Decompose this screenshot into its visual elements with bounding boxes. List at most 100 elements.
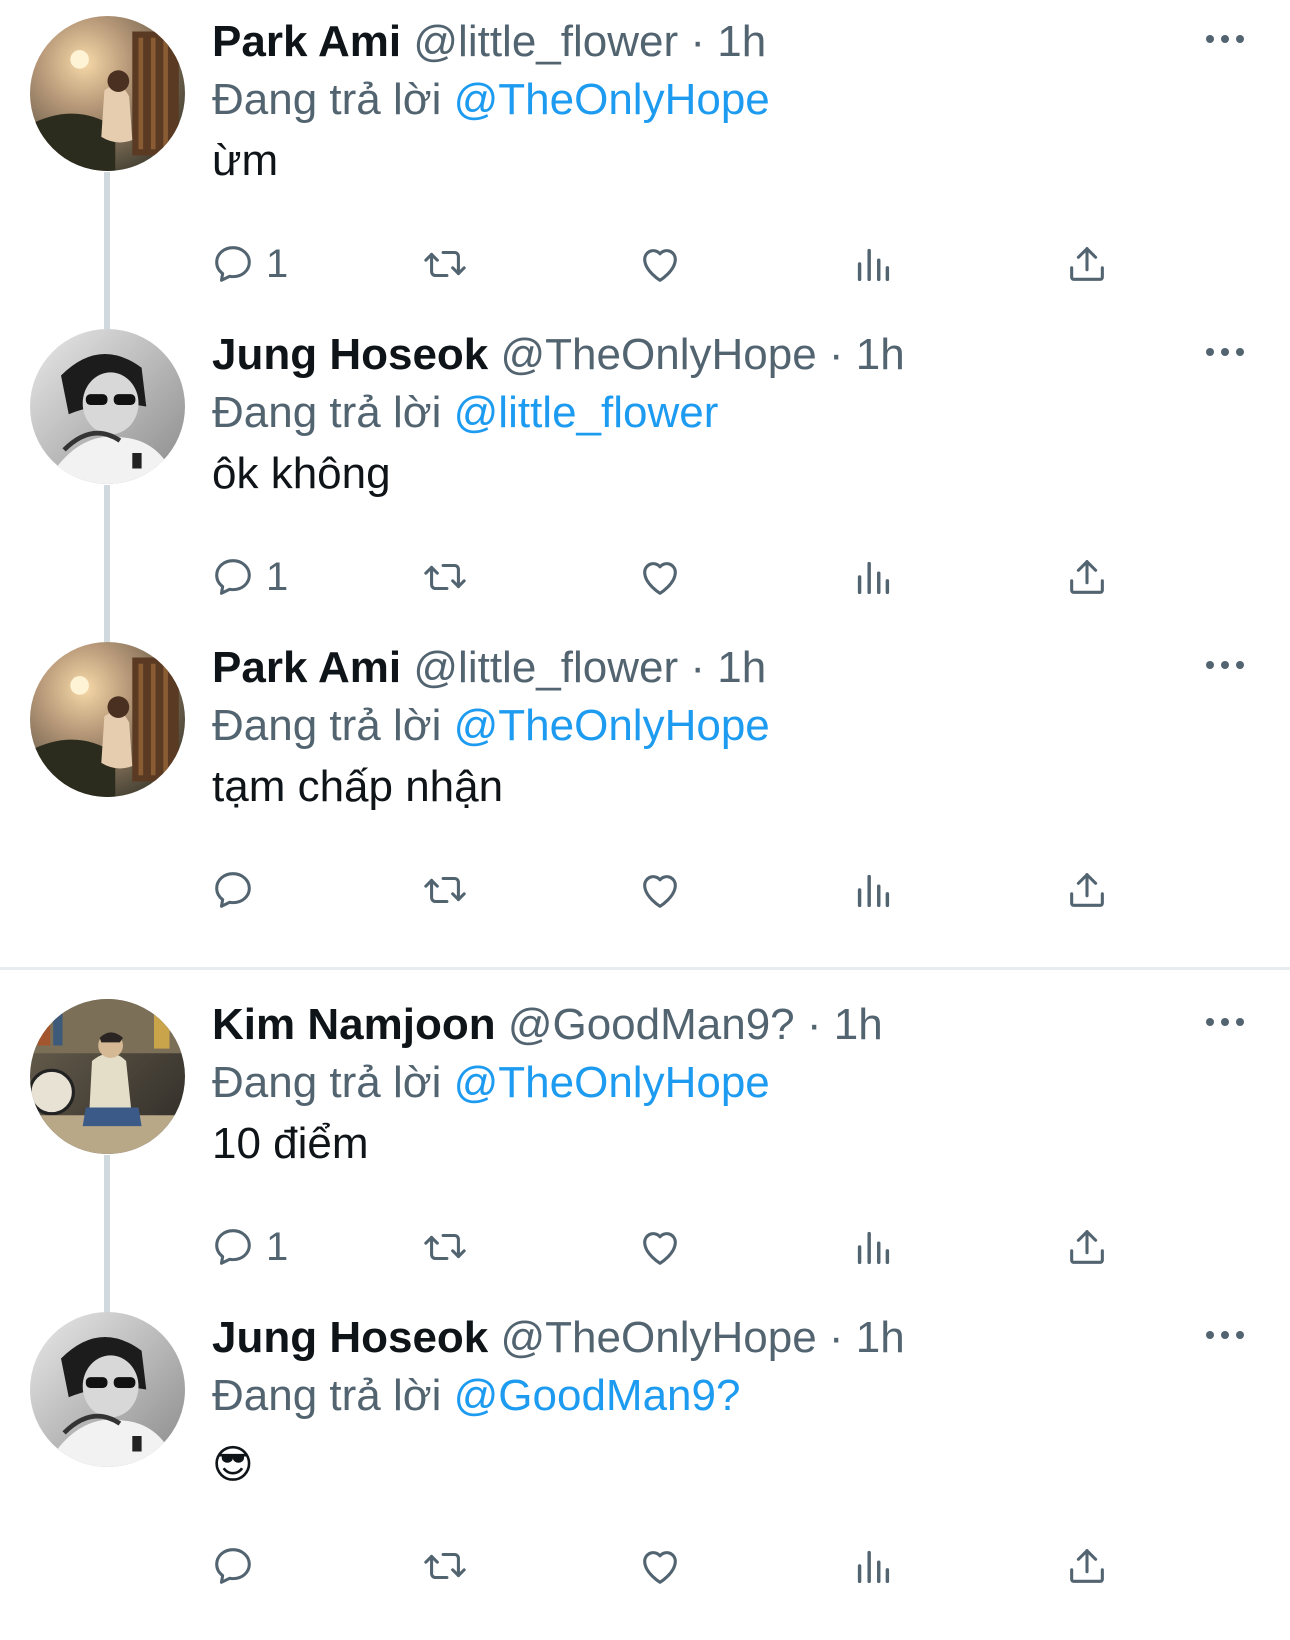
tweet-header: Jung Hoseok @TheOnlyHope · 1h (212, 327, 905, 383)
like-button[interactable] (637, 862, 683, 918)
share-icon (1070, 1549, 1104, 1583)
reply-button[interactable]: 1 (210, 236, 288, 292)
replying-to-label: Đang trả lời (212, 75, 442, 124)
more-dots-icon[interactable] (1200, 24, 1250, 54)
heart-icon (643, 562, 677, 595)
speech-bubble-icon (215, 1548, 251, 1584)
more-dots-icon[interactable] (1200, 1007, 1250, 1037)
action-bar: 1 (210, 1219, 1210, 1275)
bar-chart-icon (857, 874, 890, 908)
timestamp[interactable]: · 1h (829, 330, 905, 379)
timestamp[interactable]: · 1h (807, 1000, 883, 1049)
like-button[interactable] (637, 549, 683, 605)
timestamp[interactable]: · 1h (829, 1313, 905, 1362)
thread-line (104, 172, 110, 326)
retweet-icon (424, 250, 466, 278)
replying-to: Đang trả lời @GoodMan9? (212, 1368, 740, 1424)
sunset-balcony-photo (30, 16, 185, 171)
tweet-header: Park Ami @little_flower · 1h (212, 14, 766, 70)
replying-to-label: Đang trả lời (212, 1058, 442, 1107)
reply-button[interactable] (210, 1538, 266, 1594)
more-dots-icon[interactable] (1200, 650, 1250, 680)
like-button[interactable] (637, 236, 683, 292)
thread-line (104, 485, 110, 639)
like-button[interactable] (637, 1538, 683, 1594)
retweet-button[interactable] (422, 549, 468, 605)
tweet[interactable]: Jung Hoseok @TheOnlyHope · 1h Đang trả l… (0, 313, 1290, 639)
retweet-button[interactable] (422, 1219, 468, 1275)
retweet-icon (424, 876, 466, 904)
reply-count: 1 (266, 1225, 289, 1269)
thread-line (104, 626, 110, 642)
views-button[interactable] (850, 1538, 896, 1594)
retweet-button[interactable] (422, 236, 468, 292)
avatar[interactable] (30, 642, 185, 797)
timestamp[interactable]: · 1h (690, 17, 766, 66)
avatar[interactable] (30, 999, 185, 1154)
handle[interactable]: @GoodMan9? (508, 1000, 795, 1049)
heart-icon (643, 875, 677, 908)
thread-line (104, 313, 110, 329)
mention-link[interactable]: @GoodMan9? (454, 1371, 741, 1420)
heart-icon (643, 1551, 677, 1584)
avatar[interactable] (30, 16, 185, 171)
avatar[interactable] (30, 329, 185, 484)
replying-to: Đang trả lời @little_flower (212, 385, 718, 441)
views-button[interactable] (850, 1219, 896, 1275)
tweet-header: Kim Namjoon @GoodMan9? · 1h (212, 997, 883, 1053)
display-name[interactable]: Jung Hoseok (212, 330, 488, 379)
tweet-text: ừm (212, 136, 279, 185)
share-button[interactable] (1064, 862, 1110, 918)
share-icon (1070, 1230, 1104, 1264)
share-button[interactable] (1064, 1538, 1110, 1594)
share-button[interactable] (1064, 236, 1110, 292)
thread-line (104, 1296, 110, 1312)
retweet-button[interactable] (422, 862, 468, 918)
display-name[interactable]: Jung Hoseok (212, 1313, 488, 1362)
display-name[interactable]: Kim Namjoon (212, 1000, 496, 1049)
reply-button[interactable]: 1 (210, 1219, 288, 1275)
tweet-header: Park Ami @little_flower · 1h (212, 640, 766, 696)
share-button[interactable] (1064, 1219, 1110, 1275)
speech-bubble-icon (215, 246, 251, 282)
sunset-balcony-photo (30, 642, 185, 797)
bar-chart-icon (857, 248, 890, 282)
mention-link[interactable]: @TheOnlyHope (454, 75, 770, 124)
views-button[interactable] (850, 236, 896, 292)
share-button[interactable] (1064, 549, 1110, 605)
tweet[interactable]: Park Ami @little_flower · 1h Đang trả lờ… (0, 626, 1290, 952)
tweet-emoji: 😎 (212, 1442, 254, 1488)
replying-to-label: Đang trả lời (212, 388, 442, 437)
reply-count: 1 (266, 242, 289, 286)
tweet[interactable]: Park Ami @little_flower · 1h Đang trả lờ… (0, 0, 1290, 326)
reply-count: 1 (266, 555, 289, 599)
tweet[interactable]: Kim Namjoon @GoodMan9? · 1h Đang trả lời… (0, 983, 1290, 1315)
handle[interactable]: @TheOnlyHope (501, 1313, 817, 1362)
more-dots-icon[interactable] (1200, 337, 1250, 367)
share-icon (1070, 247, 1104, 281)
handle[interactable]: @little_flower (413, 643, 678, 692)
replying-to-label: Đang trả lời (212, 1371, 442, 1420)
handle[interactable]: @little_flower (413, 17, 678, 66)
tweet[interactable]: Jung Hoseok @TheOnlyHope · 1h Đang trả l… (0, 1296, 1290, 1622)
like-button[interactable] (637, 1219, 683, 1275)
views-button[interactable] (850, 862, 896, 918)
display-name[interactable]: Park Ami (212, 17, 401, 66)
speech-bubble-icon (215, 1229, 251, 1265)
reply-button[interactable] (210, 862, 266, 918)
mention-link[interactable]: @TheOnlyHope (454, 1058, 770, 1107)
speech-bubble-icon (215, 872, 251, 908)
replying-to: Đang trả lời @TheOnlyHope (212, 1055, 770, 1111)
retweet-icon (424, 1552, 466, 1580)
timestamp[interactable]: · 1h (690, 643, 766, 692)
display-name[interactable]: Park Ami (212, 643, 401, 692)
views-button[interactable] (850, 549, 896, 605)
reply-button[interactable]: 1 (210, 549, 288, 605)
avatar[interactable] (30, 1312, 185, 1467)
handle[interactable]: @TheOnlyHope (501, 330, 817, 379)
replying-to: Đang trả lời @TheOnlyHope (212, 698, 770, 754)
retweet-button[interactable] (422, 1538, 468, 1594)
mention-link[interactable]: @little_flower (454, 388, 719, 437)
mention-link[interactable]: @TheOnlyHope (454, 701, 770, 750)
more-dots-icon[interactable] (1200, 1320, 1250, 1350)
